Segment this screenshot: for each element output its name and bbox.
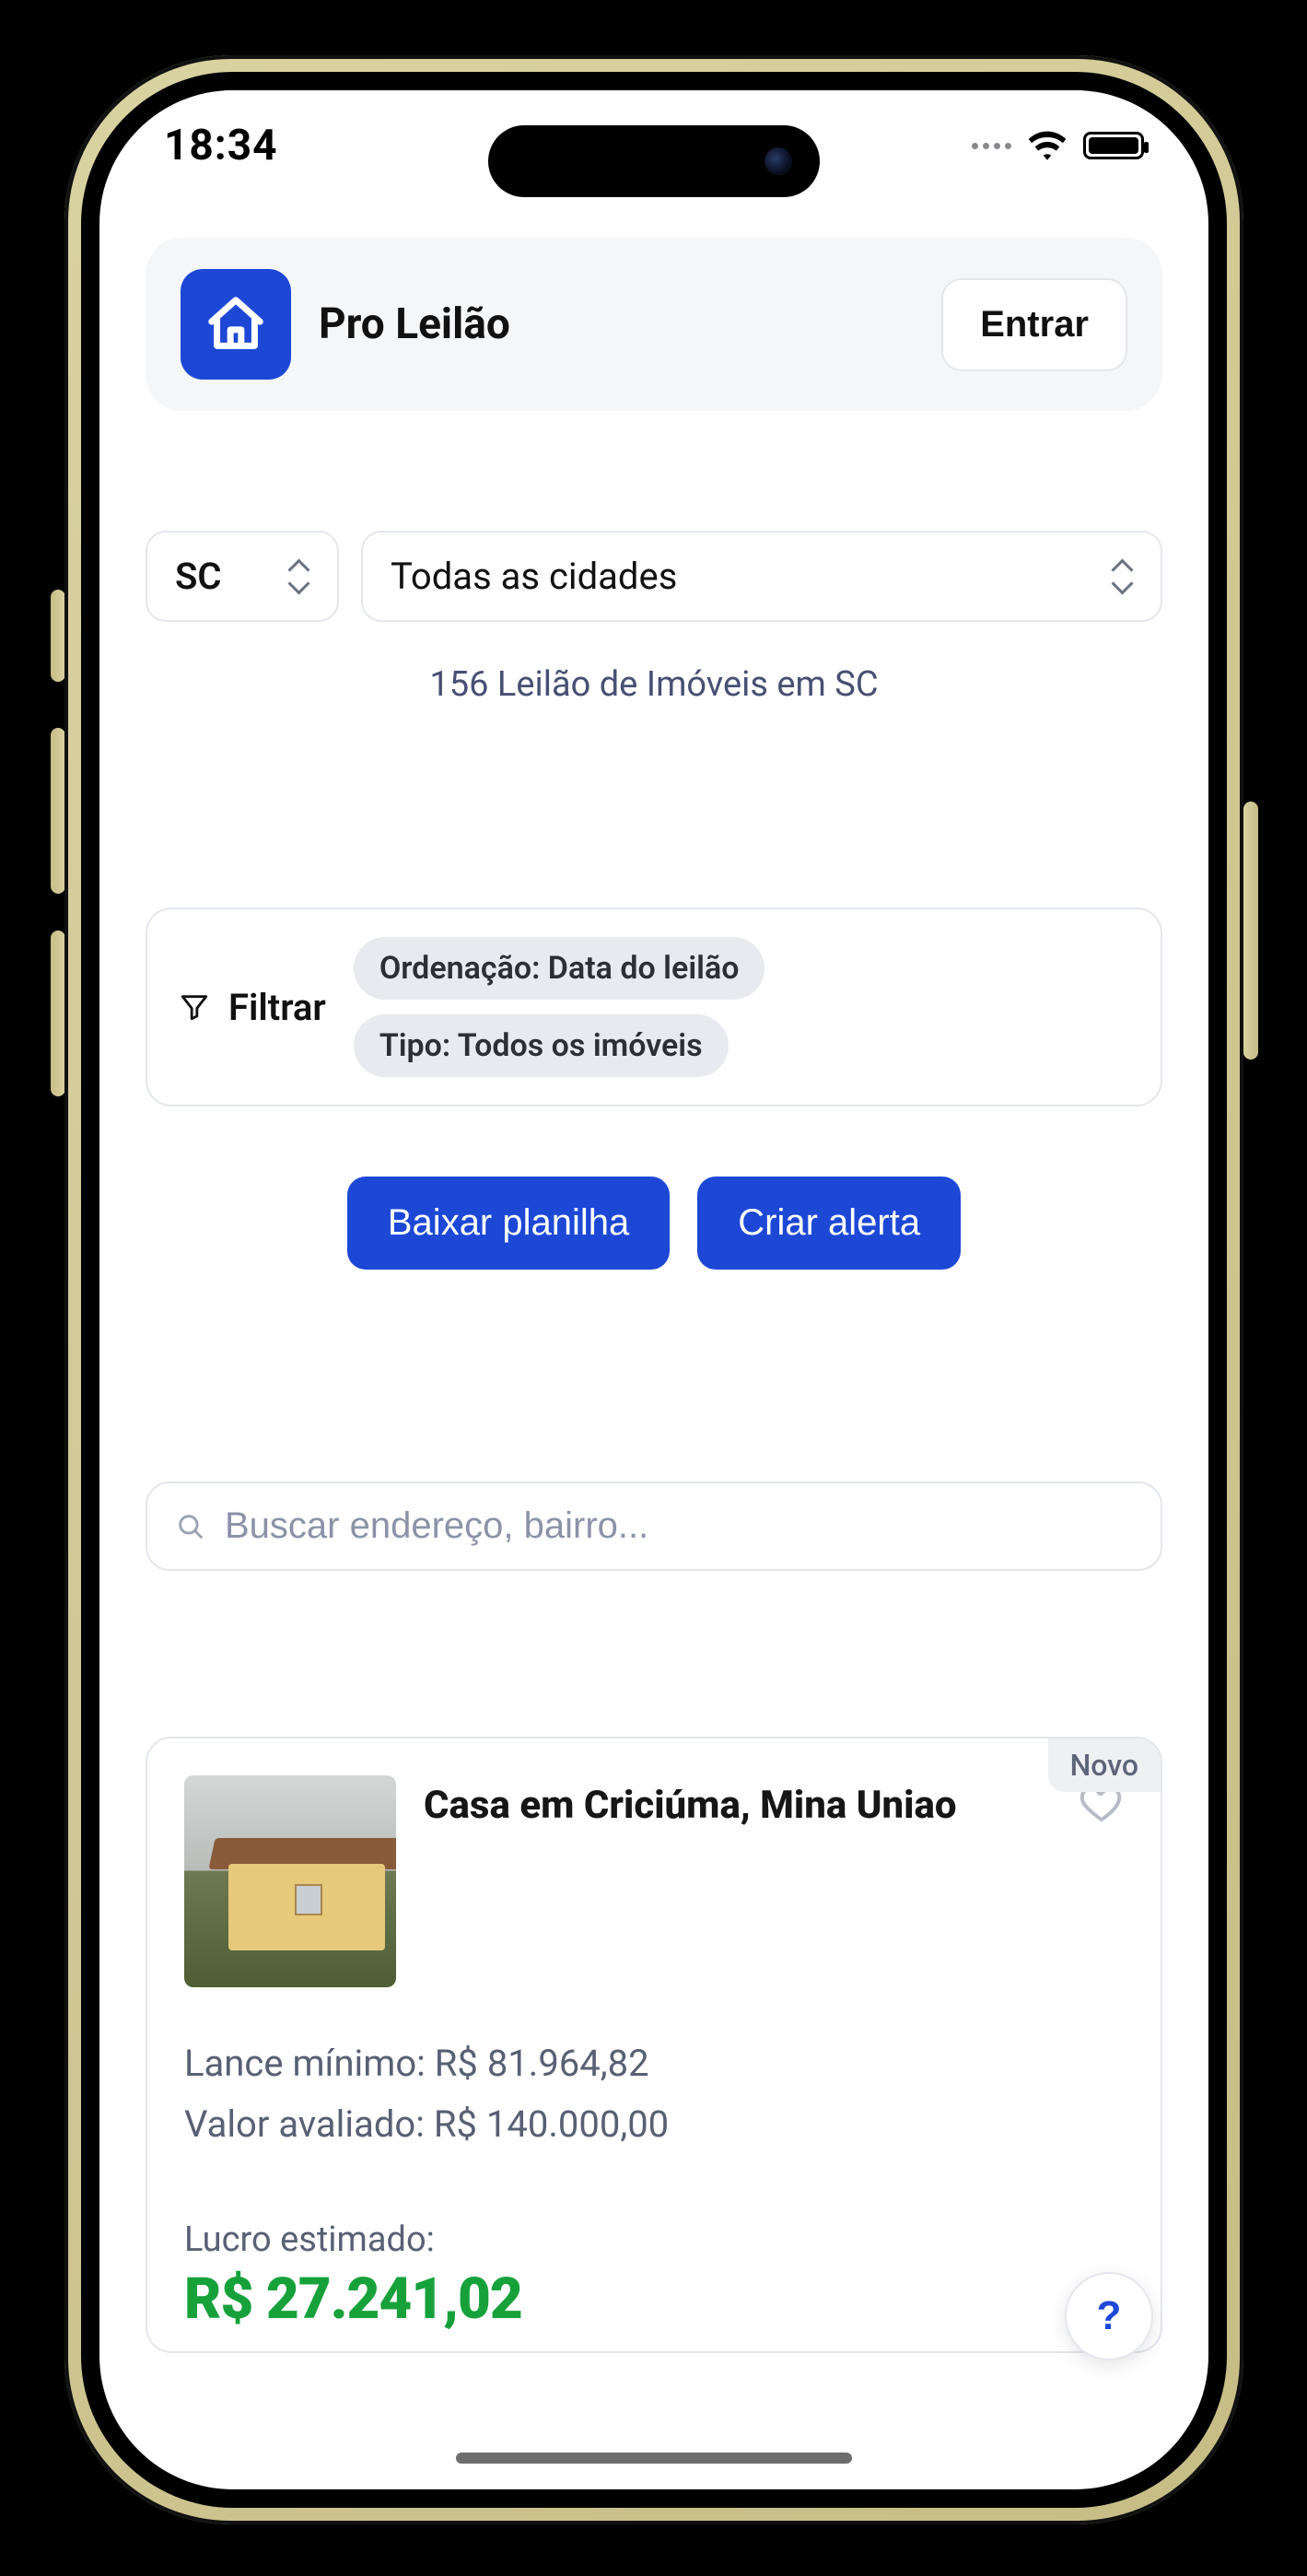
chevron-updown-icon [1111, 562, 1133, 591]
sort-chip[interactable]: Ordenação: Data do leilão [354, 937, 765, 1000]
profit-value: R$ 27.241,02 [184, 2266, 1124, 2333]
search-field[interactable] [146, 1481, 1162, 1571]
type-chip[interactable]: Tipo: Todos os imóveis [354, 1014, 729, 1077]
filter-label: Filtrar [228, 986, 326, 1029]
state-select[interactable]: SC [146, 531, 339, 622]
app-logo-icon [181, 269, 291, 380]
phone-power-button [1243, 802, 1258, 1060]
wifi-icon [1028, 131, 1067, 160]
login-button[interactable]: Entrar [941, 278, 1127, 371]
app-header: Pro Leilão Entrar [146, 238, 1162, 411]
cellular-dots-icon [972, 143, 1011, 149]
create-alert-button[interactable]: Criar alerta [697, 1177, 961, 1270]
battery-icon [1083, 132, 1144, 159]
help-fab-button[interactable]: ? [1065, 2272, 1153, 2360]
appraised-label: Valor avaliado: [184, 2102, 425, 2146]
phone-screen: 18:34 Pro Leilão [99, 90, 1208, 2489]
chevron-updown-icon [287, 562, 309, 591]
filter-card[interactable]: Filtrar Ordenação: Data do leilão Tipo: … [146, 907, 1162, 1107]
search-icon [175, 1511, 206, 1542]
city-select-value: Todas as cidades [391, 555, 677, 598]
listing-card[interactable]: Novo Casa em Criciúma, Mina Uniao Lance … [146, 1737, 1162, 2353]
state-select-value: SC [175, 555, 222, 598]
phone-bezel: 18:34 Pro Leilão [81, 72, 1227, 2508]
listing-thumbnail [184, 1775, 396, 1987]
min-bid-label: Lance mínimo: [184, 2042, 426, 2085]
new-badge: Novo [1048, 1739, 1161, 1792]
phone-volume-down [51, 931, 65, 1096]
city-select[interactable]: Todas as cidades [361, 531, 1162, 622]
profit-label: Lucro estimado: [184, 2219, 1124, 2260]
front-camera-icon [764, 147, 792, 175]
listing-title: Casa em Criciúma, Mina Uniao [424, 1775, 1052, 1832]
filter-icon [179, 991, 210, 1023]
phone-volume-up [51, 728, 65, 894]
status-time: 18:34 [164, 121, 278, 170]
home-indicator[interactable] [456, 2453, 852, 2464]
appraised-value: R$ 140.000,00 [434, 2102, 669, 2146]
phone-frame: 18:34 Pro Leilão [64, 55, 1243, 2524]
min-bid-value: R$ 81.964,82 [435, 2042, 649, 2085]
app-title: Pro Leilão [319, 299, 510, 349]
dynamic-island [488, 125, 820, 197]
search-input[interactable] [225, 1505, 1133, 1547]
results-count: 156 Leilão de Imóveis em SC [146, 664, 1162, 705]
phone-silent-switch [51, 590, 65, 682]
download-spreadsheet-button[interactable]: Baixar planilha [347, 1177, 670, 1270]
